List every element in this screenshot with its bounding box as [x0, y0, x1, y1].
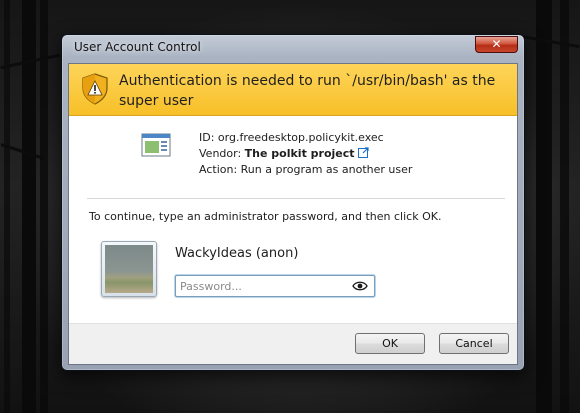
action-id: ID: org.freedesktop.policykit.exec: [199, 131, 384, 144]
cancel-button[interactable]: Cancel: [439, 333, 509, 354]
eye-icon[interactable]: [352, 280, 368, 292]
user-name: WackyIdeas (anon): [175, 246, 299, 261]
background-tree: [536, 0, 552, 413]
action-description: Action: Run a program as another user: [199, 163, 413, 176]
background-tree: [560, 0, 569, 413]
instruction-text: To continue, type an administrator passw…: [89, 210, 442, 223]
dialog-body: Authentication is needed to run `/usr/bi…: [68, 63, 518, 365]
vendor-label: Vendor:: [199, 147, 245, 160]
close-button[interactable]: ✕: [475, 36, 518, 53]
avatar-image: [105, 245, 153, 293]
user-avatar: [101, 241, 157, 297]
window-title: User Account Control: [74, 40, 201, 54]
password-field[interactable]: [175, 275, 375, 297]
banner-message: Authentication is needed to run `/usr/bi…: [119, 73, 496, 109]
background-tree: [40, 0, 48, 413]
application-icon: [141, 133, 171, 157]
detail-lines: ID: org.freedesktop.policykit.exec Vendo…: [199, 130, 479, 178]
vendor-line: Vendor: The polkit project: [199, 146, 479, 162]
uac-dialog: User Account Control ✕ Authentication is…: [61, 34, 525, 371]
vendor-link[interactable]: The polkit project: [245, 147, 355, 160]
close-icon: ✕: [491, 37, 502, 51]
shield-warning-icon: [82, 73, 108, 105]
ok-button[interactable]: OK: [355, 333, 425, 354]
title-bar[interactable]: User Account Control ✕: [62, 35, 524, 59]
warning-banner: Authentication is needed to run `/usr/bi…: [69, 64, 517, 116]
background-tree: [4, 0, 10, 413]
button-bar: OK Cancel: [69, 323, 517, 364]
external-link-icon[interactable]: [357, 147, 369, 158]
divider: [87, 198, 505, 199]
password-input[interactable]: [180, 278, 340, 294]
